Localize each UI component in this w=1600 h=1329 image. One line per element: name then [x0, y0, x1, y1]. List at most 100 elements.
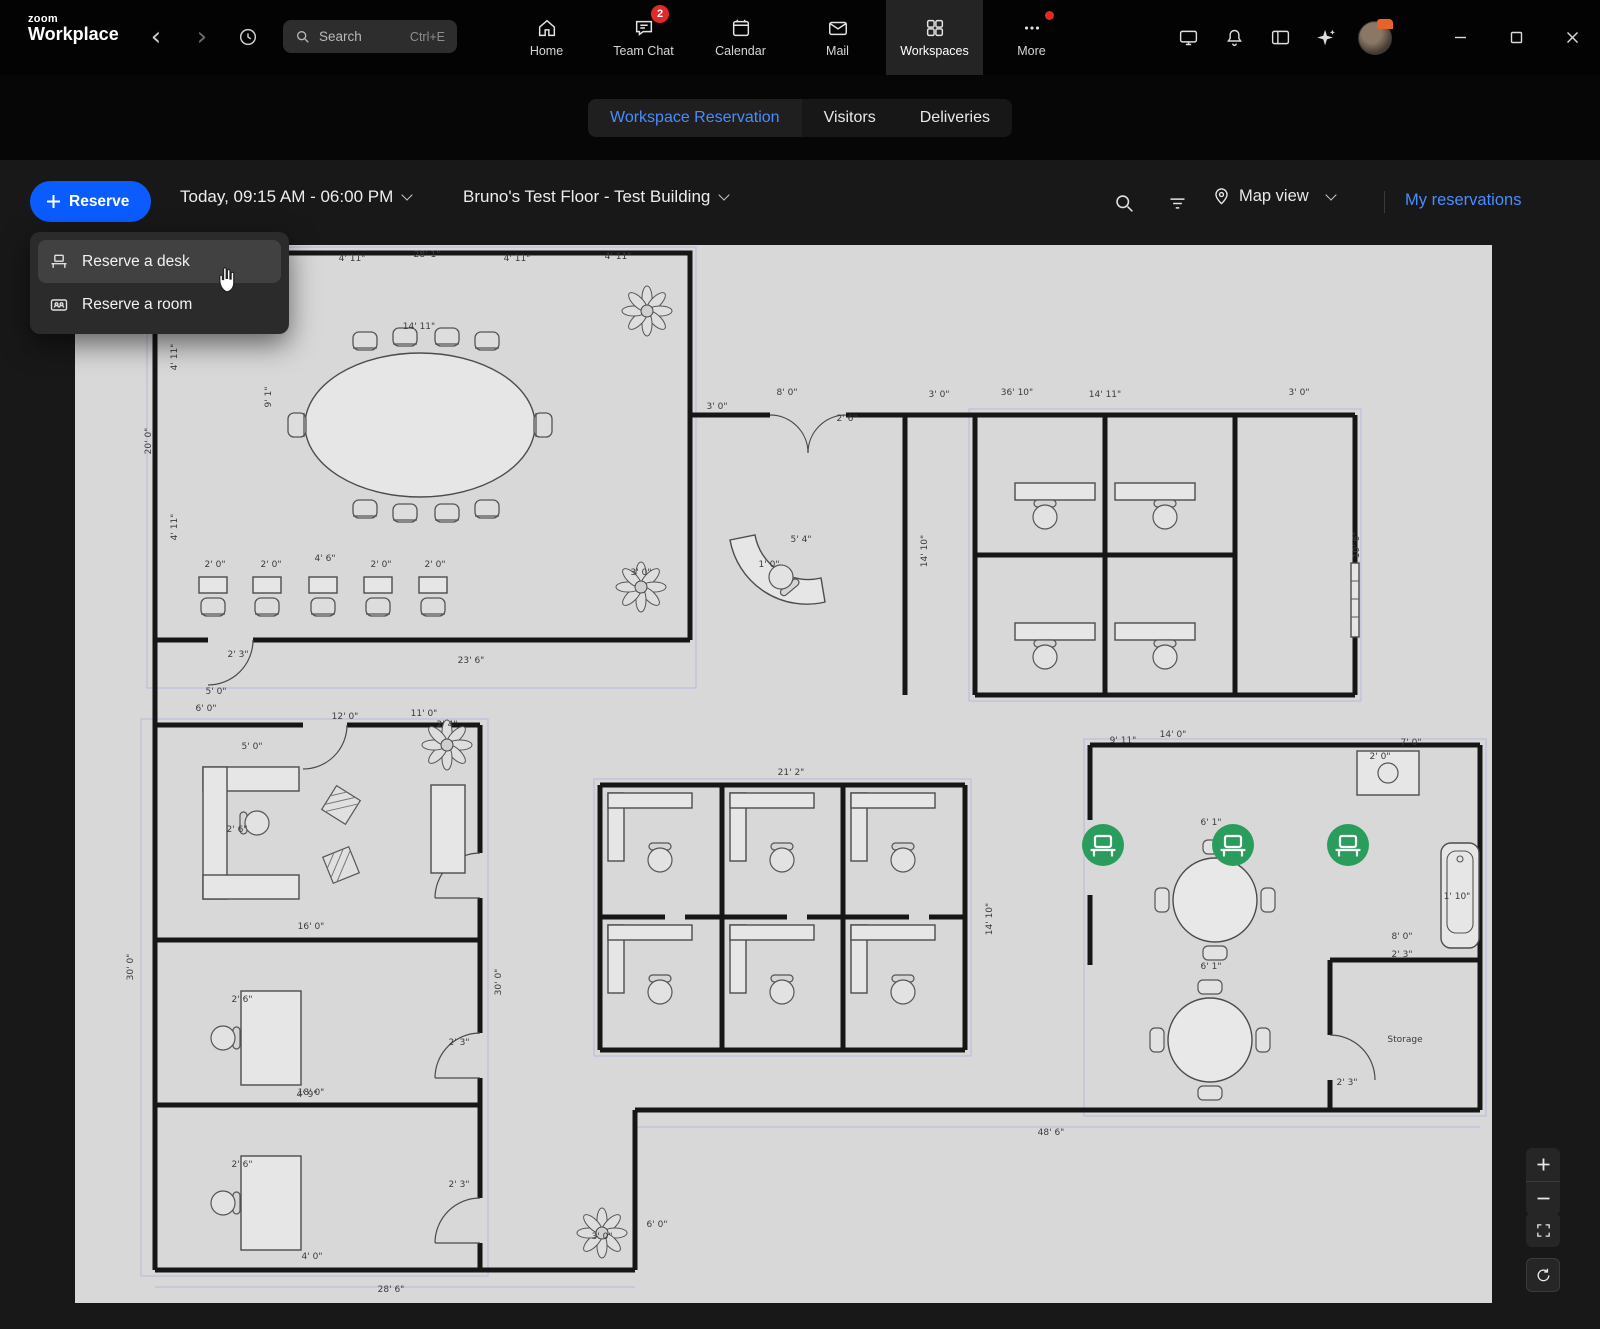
back-button[interactable]: ‹: [140, 20, 172, 54]
map-search-button[interactable]: [1110, 189, 1138, 217]
svg-text:2' 6": 2' 6": [227, 825, 248, 835]
svg-text:4' 11": 4' 11": [170, 344, 180, 371]
svg-text:Storage: Storage: [1387, 1035, 1423, 1045]
chevron-down-icon: [1325, 189, 1336, 200]
nav-workspaces[interactable]: Workspaces: [886, 0, 983, 75]
panel-icon: [1270, 27, 1291, 48]
svg-text:30' 0": 30' 0": [494, 969, 504, 996]
location-dropdown[interactable]: Bruno's Test Floor - Test Building: [463, 187, 728, 207]
svg-text:6' 1": 6' 1": [1201, 962, 1222, 972]
chat-badge: 2: [651, 5, 669, 23]
avatar-hat: [1377, 19, 1393, 29]
search-placeholder: Search: [319, 29, 362, 44]
main-nav: Home 2 Team Chat Calendar Mail Workspace…: [498, 0, 1080, 75]
svg-text:4' 11": 4' 11": [605, 252, 632, 262]
minimize-button[interactable]: [1432, 0, 1488, 75]
tab-deliveries[interactable]: Deliveries: [898, 99, 1012, 137]
svg-text:4' 0": 4' 0": [302, 1252, 323, 1262]
global-search[interactable]: Search Ctrl+E: [283, 20, 457, 53]
datetime-dropdown[interactable]: Today, 09:15 AM - 06:00 PM: [180, 187, 411, 207]
floorplan-map[interactable]: 4' 11"28' 1"4' 11"4' 11"14' 11"20' 0"4' …: [75, 245, 1492, 1303]
forward-button[interactable]: ›: [186, 20, 218, 54]
svg-text:9' 11": 9' 11": [1110, 736, 1137, 746]
menu-item-reserve-desk[interactable]: Reserve a desk: [38, 240, 281, 283]
fullscreen-button[interactable]: [1526, 1213, 1560, 1247]
nav-calendar[interactable]: Calendar: [692, 0, 789, 75]
zoom-in-button[interactable]: [1526, 1148, 1560, 1181]
mail-icon: [827, 17, 849, 39]
nav-more[interactable]: More: [983, 0, 1080, 75]
map-view-dropdown[interactable]: Map view: [1212, 187, 1335, 206]
svg-text:3' 0": 3' 0": [929, 390, 950, 400]
plus-icon: [46, 194, 61, 209]
nav-team-chat[interactable]: 2 Team Chat: [595, 0, 692, 75]
maximize-button[interactable]: [1488, 0, 1544, 75]
plus-icon: [1536, 1157, 1551, 1172]
svg-text:36' 10": 36' 10": [1001, 388, 1033, 398]
svg-text:8' 0": 8' 0": [777, 388, 798, 398]
svg-text:14' 10": 14' 10": [985, 903, 995, 935]
refresh-icon: [1535, 1267, 1552, 1284]
svg-text:5' 4": 5' 4": [791, 535, 812, 545]
panel-button[interactable]: [1266, 24, 1294, 52]
reserve-button[interactable]: Reserve: [30, 181, 151, 222]
reserve-menu: Reserve a desk Reserve a room: [30, 232, 289, 334]
svg-text:2' 6": 2' 6": [232, 1160, 253, 1170]
app-logo: zoom Workplace: [28, 13, 119, 45]
office-2: [211, 991, 301, 1085]
search-shortcut: Ctrl+E: [410, 30, 445, 44]
desk-marker[interactable]: [1082, 824, 1124, 866]
nav-mail[interactable]: Mail: [789, 0, 886, 75]
bell-icon: [1224, 27, 1245, 48]
close-button[interactable]: [1544, 0, 1600, 75]
svg-text:3' 0": 3' 0": [631, 568, 652, 578]
refresh-button[interactable]: [1526, 1258, 1560, 1292]
history-button[interactable]: [232, 22, 264, 52]
notifications-button[interactable]: [1220, 24, 1248, 52]
svg-text:6' 1": 6' 1": [1201, 818, 1222, 828]
svg-text:5' 0": 5' 0": [206, 687, 227, 697]
zoom-out-button[interactable]: [1526, 1182, 1560, 1215]
filter-button[interactable]: [1163, 189, 1191, 217]
menu-item-reserve-room[interactable]: Reserve a room: [38, 283, 281, 326]
round-table-1: [1155, 840, 1275, 960]
minus-icon: [1536, 1191, 1551, 1206]
devices-button[interactable]: [1174, 24, 1202, 52]
desk-marker[interactable]: [1327, 824, 1369, 866]
svg-text:12' 0": 12' 0": [332, 712, 359, 722]
nav-home[interactable]: Home: [498, 0, 595, 75]
tab-workspace-reservation[interactable]: Workspace Reservation: [588, 99, 802, 137]
office-3: [211, 1156, 301, 1250]
cubicles-middle: [608, 793, 935, 1004]
svg-text:4' 11": 4' 11": [504, 254, 531, 264]
user-avatar[interactable]: [1358, 21, 1392, 55]
svg-text:3' 0": 3' 0": [1289, 388, 1310, 398]
ai-companion-button[interactable]: [1312, 24, 1340, 52]
maximize-icon: [1510, 31, 1523, 44]
svg-text:1' 10": 1' 10": [1444, 892, 1471, 902]
chevron-down-icon: [402, 189, 413, 200]
desk-marker[interactable]: [1212, 824, 1254, 866]
radiator: [1351, 563, 1359, 637]
search-icon: [1114, 193, 1135, 214]
svg-text:30' 0": 30' 0": [126, 954, 136, 981]
tab-visitors[interactable]: Visitors: [802, 99, 898, 137]
toolbar-divider: [1384, 191, 1385, 213]
my-reservations-link[interactable]: My reservations: [1405, 191, 1521, 210]
search-icon: [295, 29, 311, 45]
desk-icon: [49, 252, 69, 272]
svg-text:2' 0": 2' 0": [425, 560, 446, 570]
floorplan-canvas[interactable]: 4' 11"28' 1"4' 11"4' 11"14' 11"20' 0"4' …: [75, 245, 1492, 1303]
section-tabs: Workspace Reservation Visitors Deliverie…: [588, 99, 1012, 137]
round-table-2: [1150, 980, 1270, 1100]
svg-text:7' 0": 7' 0": [1401, 738, 1422, 748]
svg-text:2' 0": 2' 0": [205, 560, 226, 570]
svg-text:16' 0": 16' 0": [298, 922, 325, 932]
svg-text:28' 1": 28' 1": [414, 250, 441, 260]
more-alert-dot: [1045, 11, 1054, 20]
svg-text:3' 0": 3' 0": [707, 402, 728, 412]
more-icon: [1021, 17, 1043, 39]
svg-text:2' 0": 2' 0": [261, 560, 282, 570]
svg-text:2' 4": 2' 4": [437, 720, 458, 730]
svg-text:11' 0": 11' 0": [411, 709, 438, 719]
